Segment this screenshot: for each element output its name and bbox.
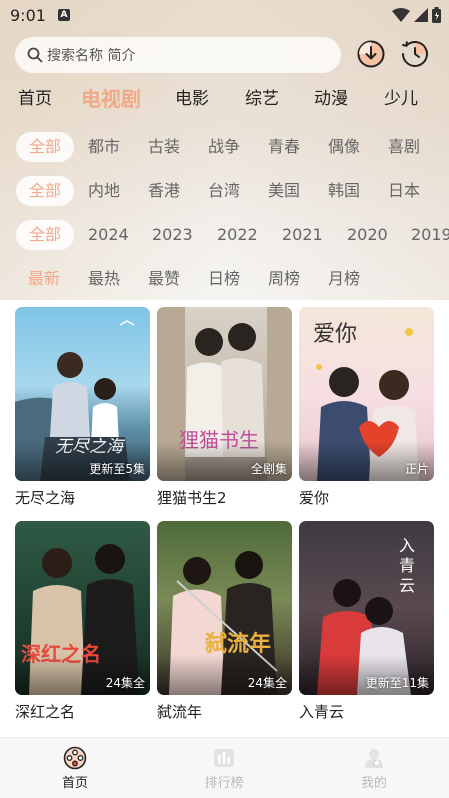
- sort-chip[interactable]: 周榜: [268, 264, 300, 294]
- sort-chip-latest[interactable]: 最新: [28, 264, 60, 294]
- svg-text:青: 青: [399, 556, 415, 575]
- signal-icon: [414, 8, 428, 22]
- region-chip[interactable]: 韩国: [328, 176, 360, 206]
- sort-chip[interactable]: 月榜: [328, 264, 360, 294]
- sort-filter-row: 最新 最热 最赞 日榜 周榜 月榜: [0, 264, 449, 296]
- show-title: 爱你: [299, 489, 330, 507]
- poster-image: 弑流年 24集全: [157, 521, 292, 695]
- sort-chip[interactable]: 最赞: [148, 264, 180, 294]
- region-chip[interactable]: 日本: [388, 176, 420, 206]
- year-chip[interactable]: 2023: [152, 220, 193, 250]
- home-film-reel-icon: [63, 746, 87, 770]
- genre-filter-row: 全部 都市 古装 战争 青春 偶像 喜剧: [0, 132, 449, 164]
- poster-title-art: 入: [399, 536, 415, 555]
- tab-home[interactable]: 首页: [18, 84, 52, 116]
- year-chip[interactable]: 2019: [411, 220, 449, 250]
- year-filter-row: 全部 2024 2023 2022 2021 2020 2019: [0, 220, 449, 252]
- sort-chip[interactable]: 最热: [88, 264, 120, 294]
- region-chip[interactable]: 美国: [268, 176, 300, 206]
- nav-profile-label: 我的: [360, 776, 387, 791]
- region-chip[interactable]: 台湾: [208, 176, 240, 206]
- genre-chip[interactable]: 古装: [148, 132, 180, 162]
- region-chip[interactable]: 内地: [88, 176, 120, 206]
- battery-icon: [432, 7, 441, 23]
- svg-text:云: 云: [399, 576, 415, 595]
- region-chip[interactable]: 香港: [148, 176, 180, 206]
- show-title: 入青云: [299, 703, 345, 721]
- show-title: 无尽之海: [15, 489, 76, 507]
- genre-chip[interactable]: 喜剧: [388, 132, 420, 162]
- tab-kids[interactable]: 少儿: [384, 84, 418, 116]
- bottom-navigation: 首页 排行榜 我的: [0, 737, 449, 798]
- year-chip[interactable]: 2021: [282, 220, 323, 250]
- episode-badge: 24集全: [105, 676, 145, 690]
- tab-tv-series[interactable]: 电视剧: [81, 84, 141, 116]
- poster-image: 深红之名 24集全: [15, 521, 150, 695]
- status-bar: 9:01 A: [0, 0, 449, 30]
- nav-profile[interactable]: 我的: [314, 738, 434, 798]
- download-icon[interactable]: [356, 39, 386, 69]
- nav-home[interactable]: 首页: [15, 738, 135, 798]
- episode-badge: 更新至11集: [365, 676, 429, 690]
- status-time: 9:01: [10, 6, 46, 25]
- show-title: 弑流年: [157, 703, 203, 721]
- history-icon[interactable]: [400, 39, 430, 69]
- profile-icon: [365, 749, 383, 768]
- episode-badge: 更新至5集: [89, 462, 145, 476]
- search-icon: [27, 47, 43, 63]
- poster-image: 狸猫书生 全剧集: [157, 307, 292, 481]
- system-icons: [392, 7, 441, 23]
- episode-badge: 正片: [404, 462, 429, 476]
- nav-ranking[interactable]: 排行榜: [164, 738, 284, 798]
- genre-chip-all[interactable]: 全部: [16, 132, 74, 162]
- genre-chip[interactable]: 战争: [208, 132, 240, 162]
- poster-image: 爱你 正片: [299, 307, 434, 481]
- ranking-chart-icon: [214, 749, 234, 767]
- nav-home-label: 首页: [61, 776, 88, 791]
- episode-badge: 全剧集: [250, 462, 287, 476]
- show-title: 深红之名: [15, 703, 76, 721]
- region-filter-row: 全部 内地 香港 台湾 美国 韩国 日本: [0, 176, 449, 208]
- search-placeholder: 搜索名称 简介: [47, 48, 136, 64]
- genre-chip[interactable]: 青春: [268, 132, 300, 162]
- poster-image: 入 青 云 更新至11集: [299, 521, 434, 695]
- nav-ranking-label: 排行榜: [204, 776, 244, 791]
- genre-chip[interactable]: 都市: [88, 132, 120, 162]
- year-chip[interactable]: 2020: [347, 220, 388, 250]
- tab-movies[interactable]: 电影: [175, 84, 209, 116]
- year-chip[interactable]: 2024: [88, 220, 129, 250]
- main-category-tabs: 首页 电视剧 电影 综艺 动漫 少儿: [0, 84, 449, 116]
- show-title: 狸猫书生2: [157, 489, 227, 507]
- poster-title-art: 弑流年: [204, 631, 271, 657]
- sort-chip[interactable]: 日榜: [208, 264, 240, 294]
- tab-anime[interactable]: 动漫: [314, 84, 348, 116]
- poster-image: 无尽之海 更新至5集: [15, 307, 150, 481]
- wifi-icon: [392, 8, 410, 22]
- notification-icon: A: [58, 9, 70, 21]
- tab-variety[interactable]: 综艺: [245, 84, 279, 116]
- search-input[interactable]: 搜索名称 简介: [15, 37, 341, 73]
- region-chip-all[interactable]: 全部: [16, 176, 74, 206]
- year-chip[interactable]: 2022: [217, 220, 258, 250]
- poster-title-art: 爱你: [313, 322, 357, 347]
- genre-chip[interactable]: 偶像: [328, 132, 360, 162]
- episode-badge: 24集全: [247, 676, 287, 690]
- year-chip-all[interactable]: 全部: [16, 220, 74, 250]
